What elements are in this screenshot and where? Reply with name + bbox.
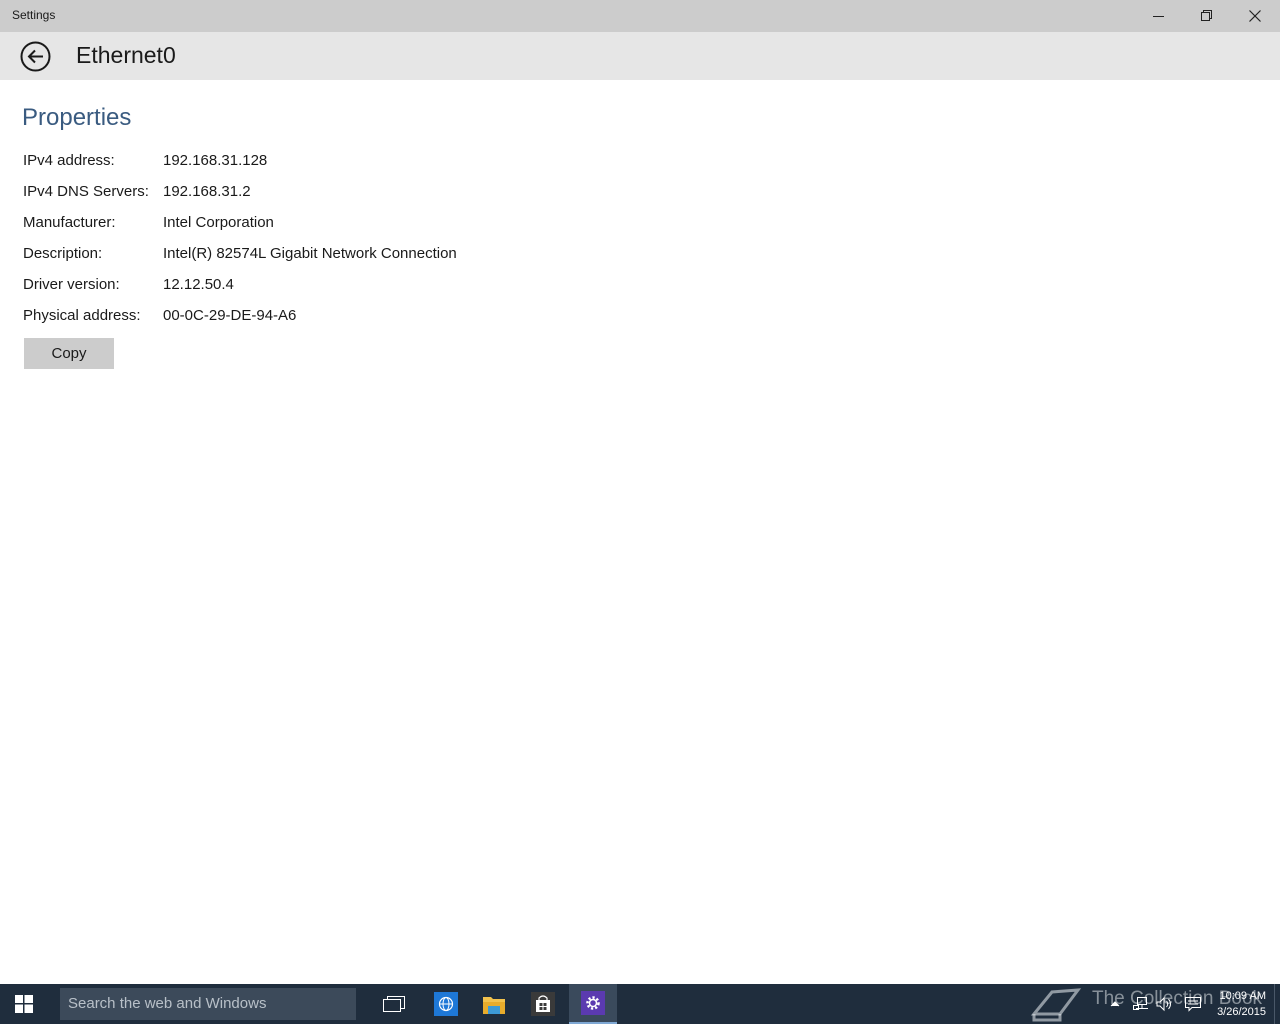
chevron-up-icon	[1110, 1001, 1120, 1007]
property-label: Description:	[23, 245, 103, 262]
store-bag-icon	[531, 992, 555, 1016]
action-center-button[interactable]	[1184, 994, 1202, 1014]
start-button[interactable]	[0, 984, 48, 1024]
window-title: Settings	[12, 8, 56, 22]
file-explorer-button[interactable]	[470, 984, 518, 1024]
property-value: 192.168.31.2	[163, 183, 251, 200]
back-arrow-icon	[20, 41, 51, 72]
property-value: 192.168.31.128	[163, 152, 268, 169]
restore-icon	[1201, 10, 1212, 21]
book-logo-icon	[1030, 988, 1082, 1022]
network-tray-button[interactable]	[1132, 994, 1150, 1014]
close-button[interactable]	[1232, 0, 1278, 32]
task-view-button[interactable]	[370, 984, 418, 1024]
close-icon	[1249, 10, 1261, 22]
show-hidden-icons-button[interactable]	[1106, 994, 1124, 1014]
internet-explorer-icon	[434, 992, 458, 1016]
volume-tray-button[interactable]	[1156, 994, 1174, 1014]
property-label: IPv4 DNS Servers:	[23, 183, 149, 200]
minimize-icon	[1153, 16, 1164, 17]
taskbar-search-input[interactable]: Search the web and Windows	[60, 988, 356, 1020]
clock-date: 3/26/2015	[1217, 1006, 1266, 1018]
windows-logo-icon	[15, 995, 33, 1013]
network-icon	[1133, 997, 1148, 1010]
page-header: Ethernet0	[0, 32, 1280, 80]
task-view-icon	[383, 996, 405, 1012]
settings-gear-icon	[581, 991, 605, 1015]
restore-button[interactable]	[1184, 0, 1230, 32]
title-bar: Settings	[0, 0, 1280, 32]
show-desktop-button[interactable]	[1274, 984, 1280, 1024]
back-button[interactable]	[20, 41, 51, 72]
taskbar-clock[interactable]: 10:09 AM 3/26/2015	[1217, 988, 1266, 1020]
minimize-button[interactable]	[1136, 0, 1182, 32]
internet-explorer-button[interactable]	[422, 984, 470, 1024]
property-value: Intel(R) 82574L Gigabit Network Connecti…	[163, 245, 457, 262]
settings-app-button[interactable]	[569, 984, 617, 1024]
copy-button[interactable]: Copy	[24, 338, 114, 369]
property-label: Manufacturer:	[23, 214, 116, 231]
store-button[interactable]	[519, 984, 567, 1024]
page-title: Ethernet0	[76, 42, 176, 68]
property-value: 12.12.50.4	[163, 276, 234, 293]
volume-icon	[1156, 996, 1171, 1012]
property-value: Intel Corporation	[163, 214, 274, 231]
clock-time: 10:09 AM	[1219, 990, 1266, 1002]
action-center-icon	[1185, 997, 1201, 1012]
taskbar: Search the web and Windows The Collectio…	[0, 984, 1280, 1024]
property-label: Driver version:	[23, 276, 120, 293]
property-label: Physical address:	[23, 307, 141, 324]
folder-icon	[483, 997, 505, 1014]
properties-heading: Properties	[22, 104, 132, 131]
property-label: IPv4 address:	[23, 152, 115, 169]
property-value: 00-0C-29-DE-94-A6	[163, 307, 297, 324]
